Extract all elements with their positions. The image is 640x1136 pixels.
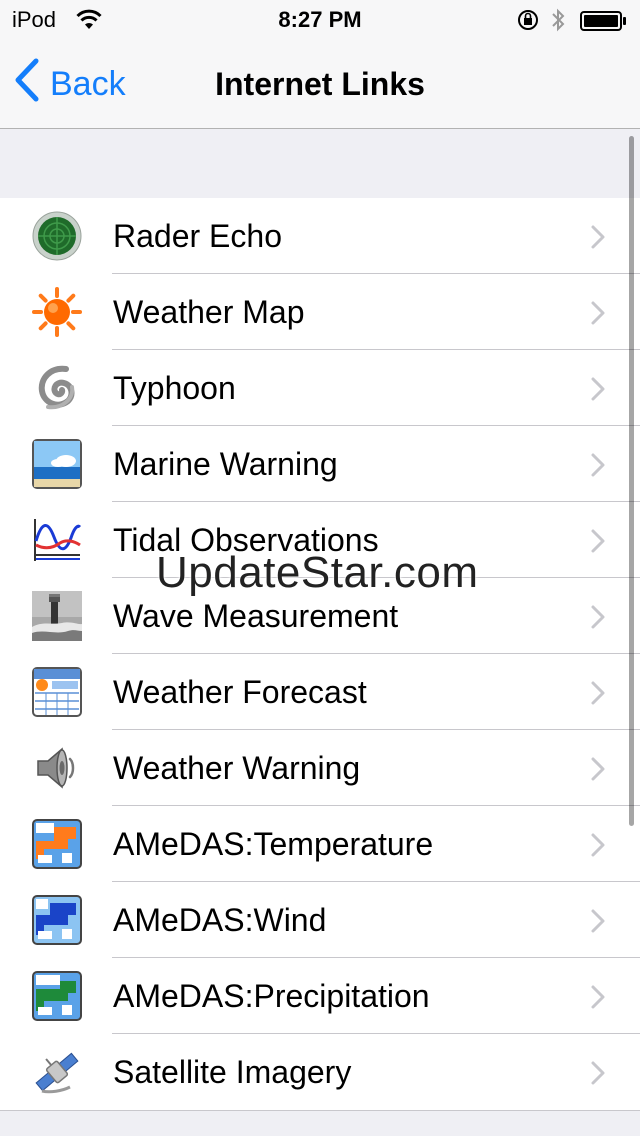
list-item-weather-map[interactable]: Weather Map bbox=[0, 274, 640, 350]
list-item-marine-warning[interactable]: Marine Warning bbox=[0, 426, 640, 502]
list-item-label: AMeDAS:Precipitation bbox=[113, 978, 430, 1014]
lighthouse-icon bbox=[32, 591, 82, 641]
list-item-label: Typhoon bbox=[113, 370, 236, 406]
bluetooth-icon bbox=[550, 6, 566, 40]
battery-icon bbox=[580, 11, 626, 31]
list-item-weather-forecast[interactable]: Weather Forecast bbox=[0, 654, 640, 730]
list-item-amedas-wind[interactable]: AMeDAS:Wind bbox=[0, 882, 640, 958]
list-item-label: Weather Forecast bbox=[113, 674, 367, 710]
sun-icon bbox=[32, 287, 82, 337]
chevron-right-icon bbox=[590, 832, 606, 858]
wind-map-icon bbox=[32, 895, 82, 945]
chevron-right-icon bbox=[590, 604, 606, 630]
list-item-label: Wave Measurement bbox=[113, 598, 399, 634]
precipitation-map-icon bbox=[32, 971, 82, 1021]
watermark: UpdateStar.com bbox=[156, 548, 479, 597]
scrollbar[interactable] bbox=[629, 136, 634, 826]
speaker-icon bbox=[32, 743, 82, 793]
forecast-table-icon bbox=[32, 667, 82, 717]
temperature-map-icon bbox=[32, 819, 82, 869]
list-item-label: Rader Echo bbox=[113, 218, 282, 254]
chevron-right-icon bbox=[590, 984, 606, 1010]
list-item-label: Satellite Imagery bbox=[113, 1054, 352, 1090]
satellite-icon bbox=[32, 1047, 82, 1097]
list-item-typhoon[interactable]: Typhoon bbox=[0, 350, 640, 426]
chevron-right-icon bbox=[590, 224, 606, 250]
chevron-right-icon bbox=[590, 680, 606, 706]
chevron-right-icon bbox=[590, 300, 606, 326]
chevron-right-icon bbox=[590, 452, 606, 478]
page-title: Internet Links bbox=[215, 66, 425, 102]
chevron-right-icon bbox=[590, 756, 606, 782]
section-header bbox=[0, 129, 640, 199]
radar-icon bbox=[32, 211, 82, 261]
tide-graph-icon bbox=[32, 515, 82, 565]
list-item-label: AMeDAS:Temperature bbox=[113, 826, 434, 862]
chevron-right-icon bbox=[590, 1060, 606, 1086]
list-item-label: Weather Map bbox=[113, 294, 305, 330]
list-item-amedas-precipitation[interactable]: AMeDAS:Precipitation bbox=[0, 958, 640, 1034]
chevron-right-icon bbox=[590, 908, 606, 934]
list-item-weather-warning[interactable]: Weather Warning bbox=[0, 730, 640, 806]
status-bar: iPod 8:27 PM bbox=[0, 0, 640, 40]
list-item-amedas-temperature[interactable]: AMeDAS:Temperature bbox=[0, 806, 640, 882]
chevron-right-icon bbox=[590, 528, 606, 554]
chevron-right-icon bbox=[590, 376, 606, 402]
list-item-label: Weather Warning bbox=[113, 750, 361, 786]
sea-icon bbox=[32, 439, 82, 489]
list-item-label: Marine Warning bbox=[113, 446, 338, 482]
list-item-label: AMeDAS:Wind bbox=[113, 902, 327, 938]
typhoon-icon bbox=[32, 363, 82, 413]
navigation-bar: Back Internet Links bbox=[0, 40, 640, 129]
list-item-satellite-imagery[interactable]: Satellite Imagery bbox=[0, 1034, 640, 1110]
rotation-lock-icon bbox=[516, 9, 540, 37]
status-time: 8:27 PM bbox=[278, 7, 362, 32]
links-list: Rader Echo Weather Map Typhoon Marine Wa… bbox=[0, 198, 640, 1111]
list-item-rader-echo[interactable]: Rader Echo bbox=[0, 198, 640, 274]
